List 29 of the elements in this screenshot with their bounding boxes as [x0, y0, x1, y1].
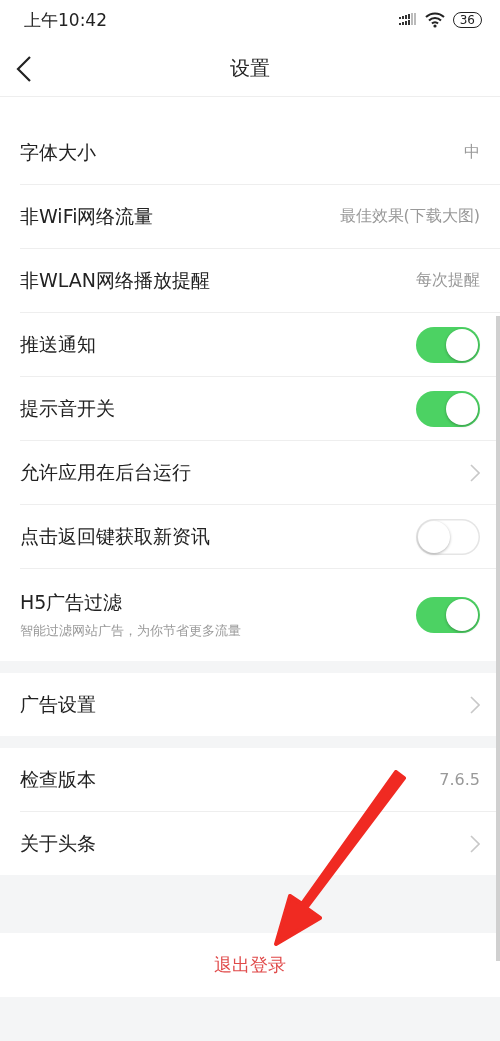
- status-time: 上午10:42: [24, 8, 107, 32]
- setting-label[interactable]: H5广告过滤: [20, 590, 241, 616]
- toggle-switch[interactable]: [416, 597, 480, 633]
- setting-label[interactable]: 点击返回键获取新资讯: [20, 523, 210, 550]
- setting-label[interactable]: 非WLAN网络播放提醒: [20, 267, 211, 294]
- signal-icon: [398, 13, 417, 27]
- setting-label[interactable]: 推送通知: [20, 331, 96, 358]
- toggle-switch[interactable]: [416, 390, 480, 427]
- setting-label[interactable]: 检查版本: [20, 766, 96, 793]
- setting-label[interactable]: 提示音开关: [20, 395, 115, 422]
- back-icon[interactable]: [16, 56, 32, 82]
- chevron-right-icon: [470, 695, 480, 714]
- setting-label[interactable]: 非WiFi网络流量: [20, 203, 154, 230]
- setting-label[interactable]: 字体大小: [20, 139, 96, 166]
- chevron-right-icon: [470, 834, 480, 853]
- setting-value: 最佳效果(下载大图): [339, 206, 480, 227]
- setting-label[interactable]: 关于头条: [20, 830, 96, 857]
- toggle-switch[interactable]: [416, 518, 480, 555]
- page-title: 设置: [230, 54, 270, 82]
- setting-value: 7.6.5: [439, 770, 480, 789]
- toggle-switch[interactable]: [416, 326, 480, 363]
- wifi-icon: [424, 12, 445, 28]
- setting-value: 中: [464, 142, 480, 163]
- setting-description: 智能过滤网站广告，为你节省更多流量: [20, 622, 241, 640]
- setting-label[interactable]: 允许应用在后台运行: [20, 459, 191, 486]
- chevron-right-icon: [470, 463, 480, 482]
- setting-value: 每次提醒: [416, 270, 480, 291]
- logout-button[interactable]: 退出登录: [208, 952, 292, 978]
- setting-label[interactable]: 广告设置: [20, 691, 96, 718]
